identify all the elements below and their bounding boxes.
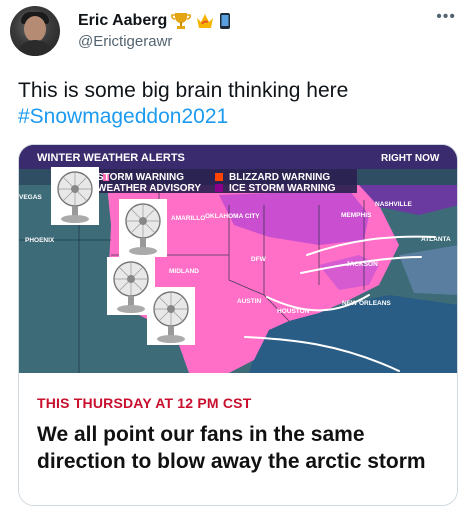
- tweet-text: This is some big brain thinking here #Sn…: [18, 78, 458, 130]
- media-card[interactable]: WINTER WEATHER ALERTS RIGHT NOW STORM WA…: [18, 144, 458, 506]
- card-caption: THIS THURSDAY AT 12 PM CST We all point …: [19, 373, 457, 505]
- trophy-icon: [171, 13, 192, 29]
- legend-weather-advisory: WEATHER ADVISORY: [97, 183, 201, 194]
- name-row: Eric Aaberg: [78, 10, 231, 32]
- legend-swatch-blizzard: [215, 173, 223, 181]
- avatar-face: [24, 16, 46, 42]
- map-header: WINTER WEATHER ALERTS: [37, 152, 185, 164]
- phone-icon: [220, 13, 231, 29]
- avatar-body: [16, 40, 54, 56]
- author-handle[interactable]: @Erictigerawr: [78, 33, 172, 50]
- city-phoenix: PHOENIX: [25, 237, 55, 244]
- legend-swatch-ice: [215, 184, 223, 192]
- legend-ice-storm-warning: ICE STORM WARNING: [229, 183, 336, 194]
- city-midland: MIDLAND: [169, 268, 199, 275]
- city-austin: AUSTIN: [237, 298, 262, 305]
- city-vegas: VEGAS: [19, 194, 42, 201]
- caption-subtitle: THIS THURSDAY AT 12 PM CST: [37, 395, 252, 411]
- desk-fan-icon: [119, 199, 167, 257]
- city-nashville: NASHVILLE: [375, 201, 413, 208]
- hashtag-link[interactable]: #Snowmageddon2021: [18, 104, 458, 130]
- tweet-body: This is some big brain thinking here: [18, 79, 349, 102]
- map-time-label: RIGHT NOW: [381, 153, 440, 164]
- city-memphis: MEMPHIS: [341, 212, 372, 219]
- crown-icon: [197, 14, 214, 28]
- city-oklahoma-city: OKLAHOMA CITY: [205, 213, 260, 220]
- desk-fan-icon: [147, 287, 195, 345]
- ellipsis-icon[interactable]: •••: [436, 8, 456, 26]
- city-dfw: DFW: [251, 256, 267, 263]
- author-name[interactable]: Eric Aaberg: [78, 12, 167, 30]
- avatar[interactable]: [10, 6, 60, 56]
- caption-headline: We all point our fans in the same direct…: [37, 423, 426, 473]
- city-amarillo: AMARILLO: [171, 215, 205, 222]
- desk-fan-icon: [51, 167, 99, 225]
- legend-blizzard-warning: BLIZZARD WARNING: [229, 172, 330, 183]
- legend-storm-warning: STORM WARNING: [97, 172, 184, 183]
